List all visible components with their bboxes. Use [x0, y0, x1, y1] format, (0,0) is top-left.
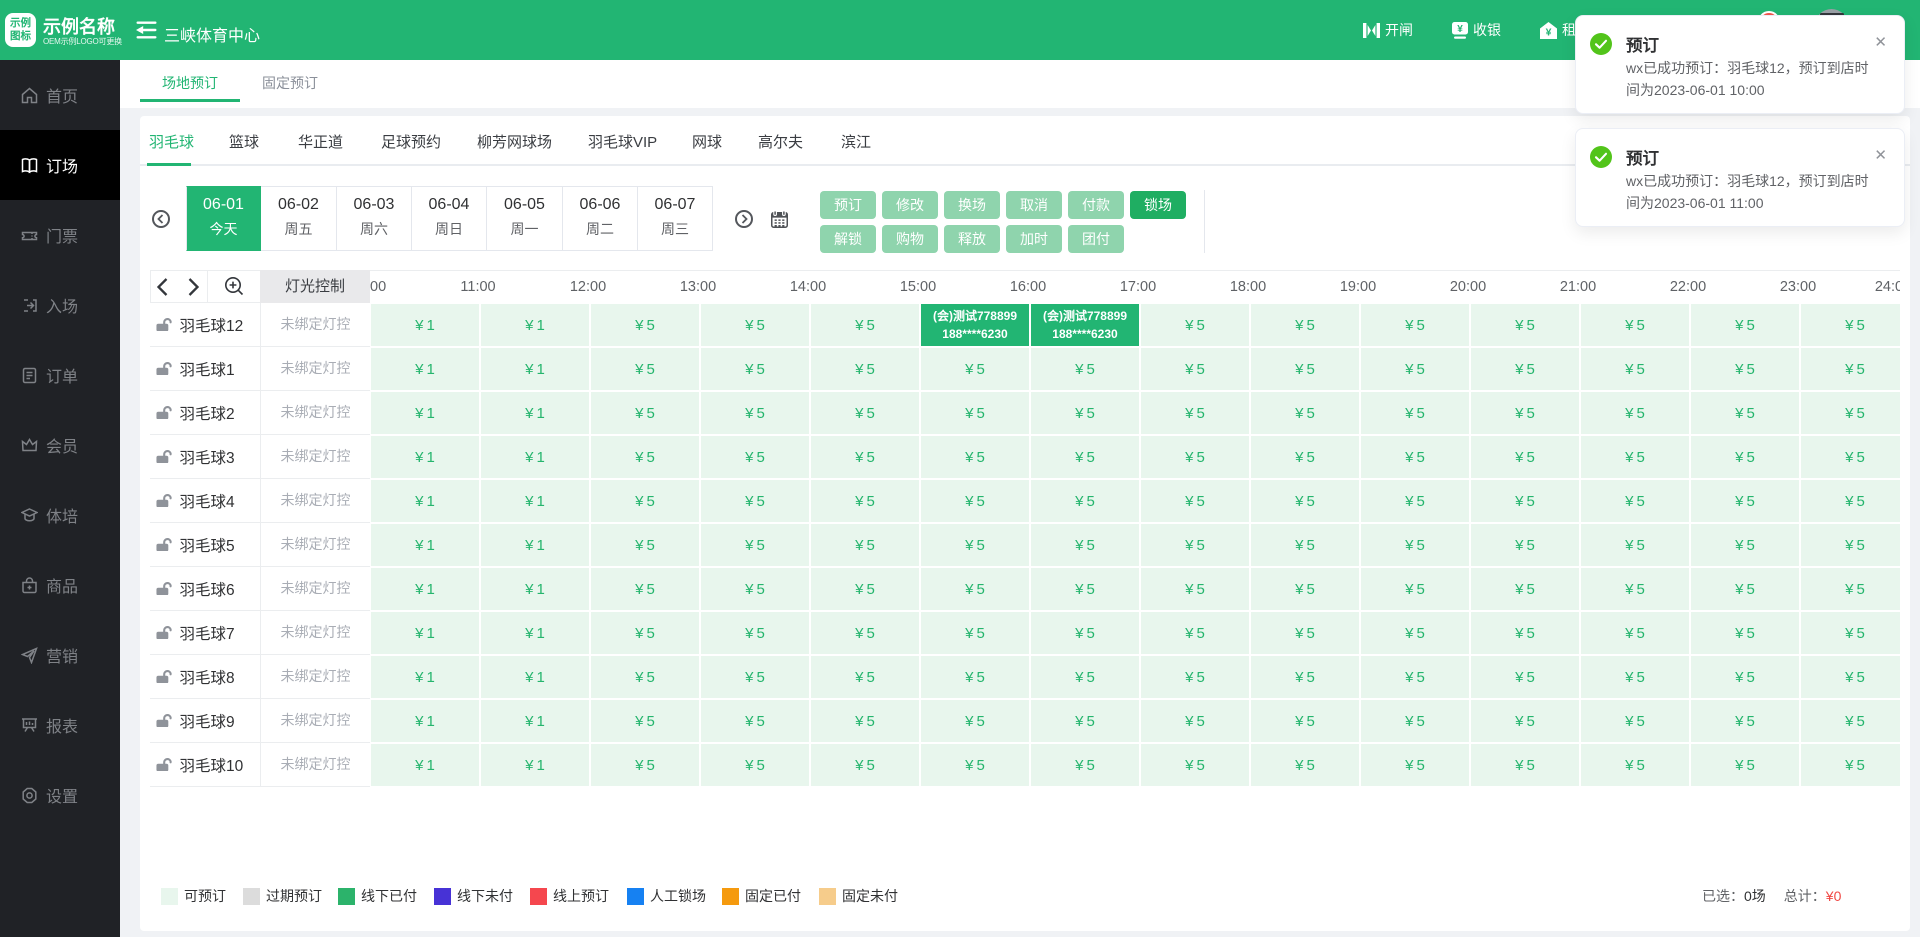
svg-text:¥: ¥ — [1546, 26, 1552, 38]
svg-text:¥: ¥ — [1457, 23, 1463, 34]
